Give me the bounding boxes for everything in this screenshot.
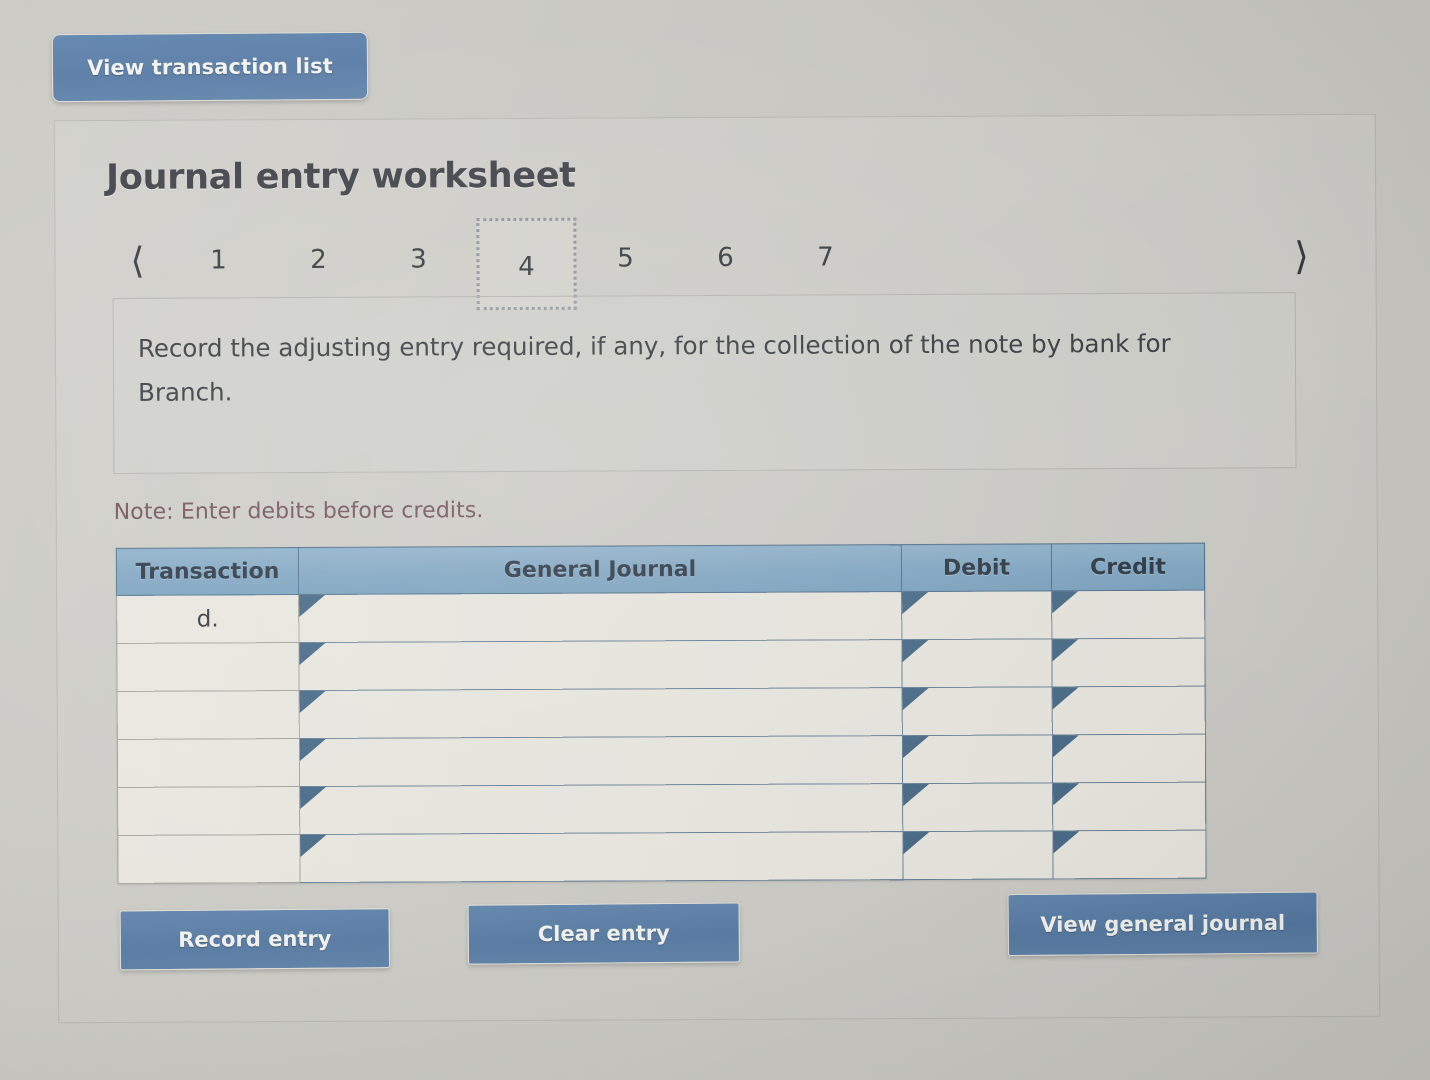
pager-page-6[interactable]: 6 (701, 235, 749, 281)
cell-general-journal[interactable] (299, 735, 903, 787)
view-transaction-list-label: View transaction list (87, 54, 333, 80)
table-row (117, 830, 1207, 884)
record-entry-label: Record entry (178, 926, 332, 952)
cell-debit[interactable] (901, 638, 1053, 688)
cell-debit[interactable] (902, 686, 1053, 736)
column-header-transaction: Transaction (116, 547, 299, 596)
cell-credit[interactable] (1052, 734, 1206, 783)
view-general-journal-label: View general journal (1040, 910, 1286, 937)
journal-table-body: d. (116, 590, 1207, 884)
page-title: Journal entry worksheet (105, 155, 576, 198)
instruction-text: Record the adjusting entry required, if … (137, 328, 1171, 407)
worksheet-card-content: Journal entry worksheet ⟨ 1 2 3 4 5 6 7 … (54, 114, 1380, 1023)
cell-credit[interactable] (1051, 590, 1205, 639)
worksheet-pager: ⟨ 1 2 3 4 5 6 7 ⟩ (106, 217, 1321, 311)
table-row (116, 638, 1206, 692)
cell-transaction[interactable] (116, 642, 300, 692)
cell-general-journal[interactable] (299, 831, 904, 883)
cell-general-journal[interactable] (298, 639, 903, 691)
column-header-general-journal: General Journal (298, 544, 902, 595)
column-header-debit: Debit (901, 543, 1052, 592)
cell-credit[interactable] (1051, 638, 1206, 687)
cell-debit[interactable] (902, 782, 1053, 832)
chevron-right-icon[interactable]: ⟩ (1282, 234, 1320, 278)
cell-general-journal[interactable] (299, 687, 903, 739)
cell-debit[interactable] (901, 590, 1052, 640)
table-header-row: Transaction General Journal Debit Credit (116, 543, 1205, 596)
pager-page-7[interactable]: 7 (801, 234, 849, 280)
cell-credit[interactable] (1052, 782, 1206, 831)
pager-page-2[interactable]: 2 (294, 237, 342, 283)
clear-entry-button[interactable]: Clear entry (467, 902, 741, 965)
debits-before-credits-note: Note: Enter debits before credits. (113, 498, 484, 525)
cell-general-journal[interactable] (298, 591, 902, 643)
record-entry-button[interactable]: Record entry (119, 908, 391, 971)
table-row: d. (116, 590, 1205, 644)
table-row (117, 782, 1206, 836)
clear-entry-label: Clear entry (537, 921, 670, 947)
column-header-credit: Credit (1051, 543, 1205, 591)
pager-page-3[interactable]: 3 (394, 236, 442, 282)
view-general-journal-button[interactable]: View general journal (1007, 891, 1318, 957)
journal-entry-table: Transaction General Journal Debit Credit… (116, 543, 1207, 884)
pager-page-5[interactable]: 5 (601, 235, 649, 281)
cell-general-journal[interactable] (299, 783, 903, 835)
pager-page-1[interactable]: 1 (194, 237, 242, 283)
cell-transaction[interactable] (117, 834, 301, 884)
cell-transaction[interactable]: d. (116, 594, 299, 644)
table-row (117, 686, 1206, 740)
cell-transaction[interactable] (117, 786, 300, 836)
cell-transaction[interactable] (117, 738, 300, 788)
cell-credit[interactable] (1052, 686, 1206, 735)
cell-transaction[interactable] (117, 690, 300, 740)
table-row (117, 734, 1206, 788)
chevron-left-icon[interactable]: ⟨ (118, 240, 156, 284)
view-transaction-list-button[interactable]: View transaction list (51, 31, 369, 103)
cell-debit[interactable] (902, 830, 1054, 880)
cell-debit[interactable] (902, 734, 1053, 784)
cell-credit[interactable] (1052, 830, 1207, 879)
instruction-box: Record the adjusting entry required, if … (112, 292, 1297, 474)
